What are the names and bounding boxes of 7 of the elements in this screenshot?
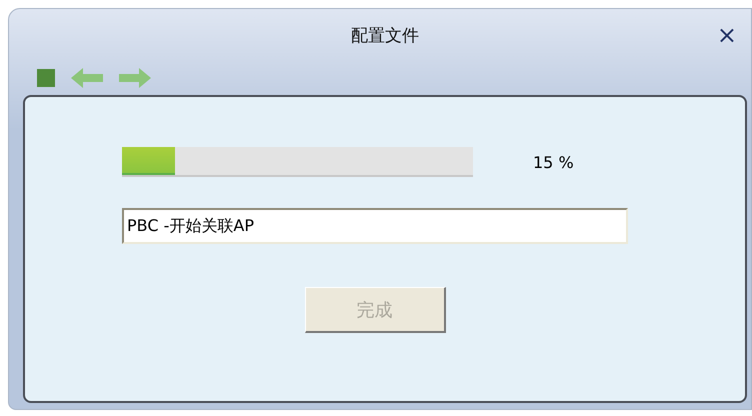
close-button[interactable]: ×	[712, 23, 741, 47]
stop-icon[interactable]	[37, 69, 55, 87]
window-title: 配置文件	[351, 24, 419, 46]
progress-reading: 15 %	[533, 152, 574, 172]
forward-arrow-icon[interactable]	[119, 68, 151, 88]
back-arrow-icon[interactable]	[71, 68, 103, 88]
status-field[interactable]: PBC -开始关联AP	[122, 208, 628, 244]
